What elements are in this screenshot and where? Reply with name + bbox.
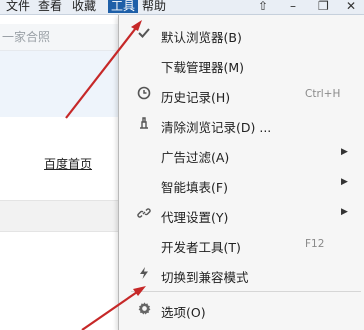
menu-item-default-browser[interactable]: 默认浏览器(B)	[119, 23, 364, 47]
shortcut-text: Ctrl+H	[305, 88, 341, 100]
menu-item-label: 智能填表(F)	[161, 180, 228, 195]
shortcut-text: F12	[305, 238, 325, 250]
gear-icon	[135, 301, 153, 319]
menu-item-download-manager[interactable]: 下载管理器(M)	[119, 53, 364, 77]
submenu-arrow-icon: ▶	[341, 177, 348, 187]
menu-item-proxy[interactable]: 代理设置(Y) ▶	[119, 203, 364, 227]
menu-item-label: 历史记录(H)	[161, 90, 231, 105]
menu-item-label: 广告过滤(A)	[161, 150, 230, 165]
lightning-icon	[135, 266, 153, 284]
tools-dropdown-menu: 默认浏览器(B) 下载管理器(M) 历史记录(H) Ctrl+H 清除浏览记录(…	[118, 15, 364, 330]
menu-item-autofill[interactable]: 智能填表(F) ▶	[119, 173, 364, 197]
menu-item-label: 代理设置(Y)	[161, 210, 229, 225]
submenu-arrow-icon: ▶	[341, 147, 348, 157]
menu-view[interactable]: 查看	[38, 0, 62, 14]
menu-separator	[131, 291, 361, 292]
menu-file[interactable]: 文件	[6, 0, 30, 14]
menu-item-label: 选项(O)	[161, 305, 206, 320]
menu-item-options[interactable]: 选项(O)	[119, 298, 364, 322]
close-icon[interactable]: ✕	[346, 0, 356, 14]
menu-item-label: 清除浏览记录(D) ...	[161, 120, 272, 135]
clock-icon	[135, 86, 153, 104]
menu-item-clear-history[interactable]: 清除浏览记录(D) ...	[119, 113, 364, 137]
menu-item-label: 开发者工具(T)	[161, 240, 241, 255]
menu-item-ad-filter[interactable]: 广告过滤(A) ▶	[119, 143, 364, 167]
family-photo-text: 一家合照	[2, 30, 51, 44]
clear-icon	[135, 116, 153, 134]
menu-item-developer-tools[interactable]: 开发者工具(T) F12	[119, 233, 364, 257]
menu-item-history[interactable]: 历史记录(H) Ctrl+H	[119, 83, 364, 107]
menu-favorites[interactable]: 收藏	[72, 0, 96, 14]
menu-item-label: 下载管理器(M)	[161, 60, 245, 75]
menu-tools[interactable]: 工具	[108, 0, 139, 13]
menu-item-label: 默认浏览器(B)	[161, 30, 242, 45]
check-icon	[135, 26, 153, 44]
menu-bar: 文件 查看 收藏 工具 帮助 ⇧ – ❐ ✕	[0, 0, 364, 15]
menu-item-compat-mode[interactable]: 切换到兼容模式	[119, 263, 364, 287]
menu-item-label: 切换到兼容模式	[161, 270, 249, 285]
skin-icon[interactable]: ⇧	[258, 0, 268, 14]
submenu-arrow-icon: ▶	[341, 207, 348, 217]
link-icon	[135, 206, 153, 224]
minimize-icon[interactable]: –	[290, 0, 296, 14]
menu-help[interactable]: 帮助	[142, 0, 166, 14]
baidu-home-link[interactable]: 百度首页	[44, 155, 92, 172]
restore-icon[interactable]: ❐	[318, 0, 329, 14]
